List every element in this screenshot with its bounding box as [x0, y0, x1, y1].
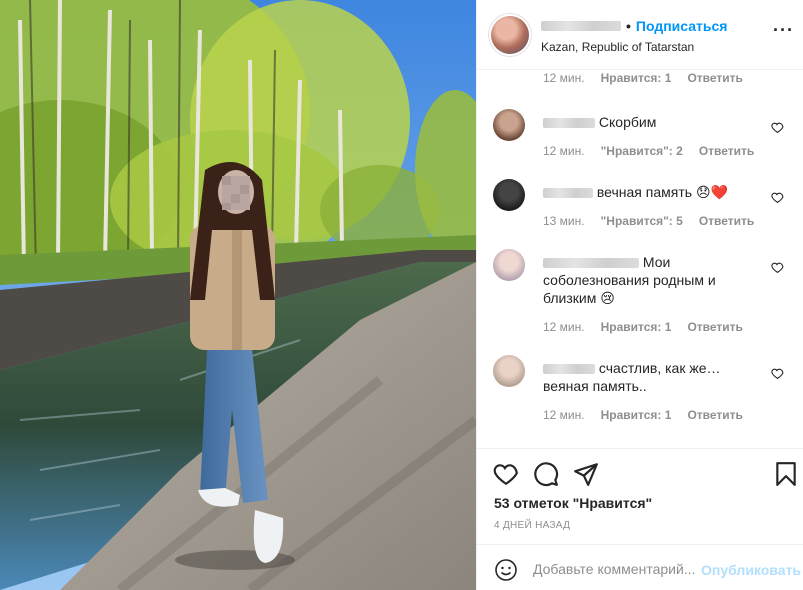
like-comment-heart-icon[interactable]	[771, 261, 784, 274]
comment-meta: 12 мин. Нравится: 1 Ответить	[543, 408, 743, 422]
commenter-avatar[interactable]	[493, 109, 525, 141]
comment-body: вечная память 😞❤️	[596, 184, 728, 200]
post-photo[interactable]	[0, 0, 476, 590]
heart-icon[interactable]	[493, 461, 519, 487]
post-time-ago[interactable]: 4 ДНЕЙ НАЗАД	[494, 520, 570, 531]
reply-button[interactable]: Ответить	[699, 214, 754, 228]
follow-button[interactable]: Подписаться	[636, 18, 728, 34]
comment-icon[interactable]	[533, 461, 559, 487]
comment-meta: 12 мин. Нравится: 1 Ответить	[543, 71, 743, 85]
comment-body: Скорбим	[598, 114, 657, 130]
like-comment-heart-icon[interactable]	[771, 191, 784, 204]
author-avatar[interactable]	[491, 16, 529, 54]
post-header: • Подписаться Kazan, Republic of Tatarst…	[477, 0, 803, 70]
author-row: • Подписаться	[541, 18, 727, 34]
bookmark-icon[interactable]	[773, 461, 799, 487]
comment-likes[interactable]: Нравится: 1	[601, 71, 672, 85]
post-location[interactable]: Kazan, Republic of Tatarstan	[541, 40, 694, 54]
park-canal-photo	[0, 0, 476, 590]
comment-time: 12 мин.	[543, 71, 585, 85]
comment-composer: Опубликовать	[477, 544, 803, 590]
comment-meta: 12 мин. "Нравится": 2 Ответить	[543, 144, 754, 158]
emoji-icon[interactable]	[494, 558, 518, 582]
comment-meta: 13 мин. "Нравится": 5 Ответить	[543, 214, 754, 228]
comment-input[interactable]	[533, 557, 698, 581]
comment-text: счастлив, как же… веяная память..	[543, 359, 733, 395]
comment-likes[interactable]: "Нравится": 5	[601, 214, 683, 228]
reply-button[interactable]: Ответить	[687, 320, 742, 334]
comment-meta: 12 мин. Нравится: 1 Ответить	[543, 320, 743, 334]
post-actions: 53 отметок "Нравится" 4 ДНЕЙ НАЗАД	[477, 448, 803, 544]
more-options-icon[interactable]: ···	[773, 21, 794, 39]
like-comment-heart-icon[interactable]	[771, 367, 784, 380]
comment-text: Мои соболезнования родным и близким 😢	[543, 253, 733, 307]
comment-likes[interactable]: "Нравится": 2	[601, 144, 683, 158]
commenter-avatar[interactable]	[493, 249, 525, 281]
commenter-avatar[interactable]	[493, 355, 525, 387]
reply-button[interactable]: Ответить	[687, 408, 742, 422]
commenter-username-redacted[interactable]	[543, 118, 595, 129]
publish-button[interactable]: Опубликовать	[701, 562, 801, 578]
comments-list[interactable]: 12 мин. Нравится: 1 Ответить Скорбим 12 …	[477, 71, 803, 448]
commenter-username-redacted[interactable]	[543, 258, 639, 269]
comment-time: 12 мин.	[543, 320, 585, 334]
comment-text: Скорбим	[543, 113, 763, 131]
comment-likes[interactable]: Нравится: 1	[601, 320, 672, 334]
author-username-redacted[interactable]	[541, 21, 621, 31]
reply-button[interactable]: Ответить	[687, 71, 742, 85]
comment-likes[interactable]: Нравится: 1	[601, 408, 672, 422]
commenter-username-redacted[interactable]	[543, 364, 595, 375]
comment-time: 12 мин.	[543, 408, 585, 422]
commenter-avatar[interactable]	[493, 179, 525, 211]
comment-time: 13 мин.	[543, 214, 585, 228]
post-sidebar: • Подписаться Kazan, Republic of Tatarst…	[476, 0, 803, 590]
share-icon[interactable]	[573, 461, 599, 487]
comment-text: вечная память 😞❤️	[543, 183, 763, 201]
reply-button[interactable]: Ответить	[699, 144, 754, 158]
comment-time: 12 мин.	[543, 144, 585, 158]
likes-count[interactable]: 53 отметок "Нравится"	[494, 495, 652, 511]
like-comment-heart-icon[interactable]	[771, 121, 784, 134]
commenter-username-redacted[interactable]	[543, 188, 593, 199]
separator-dot: •	[626, 18, 631, 34]
